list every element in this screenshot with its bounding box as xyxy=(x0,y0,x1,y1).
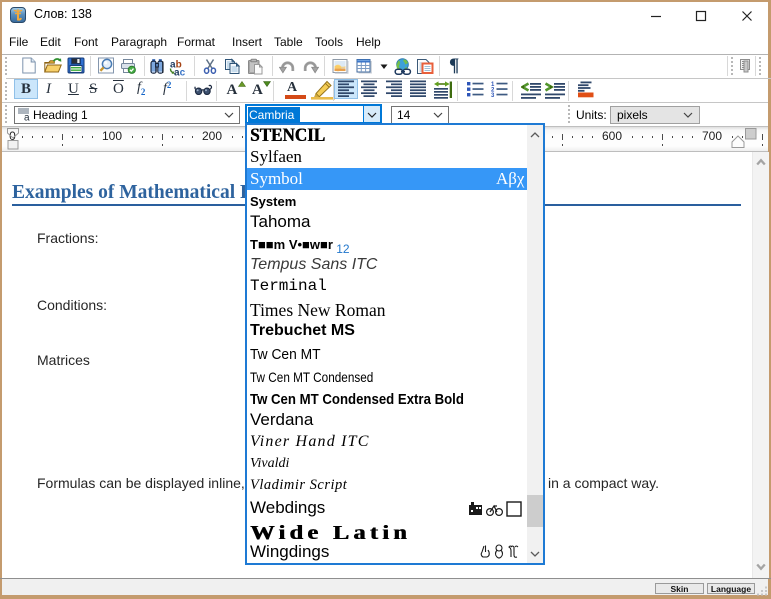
svg-text:a: a xyxy=(24,113,30,122)
svg-text:ac: ac xyxy=(174,68,186,77)
svg-text:3: 3 xyxy=(491,93,495,97)
